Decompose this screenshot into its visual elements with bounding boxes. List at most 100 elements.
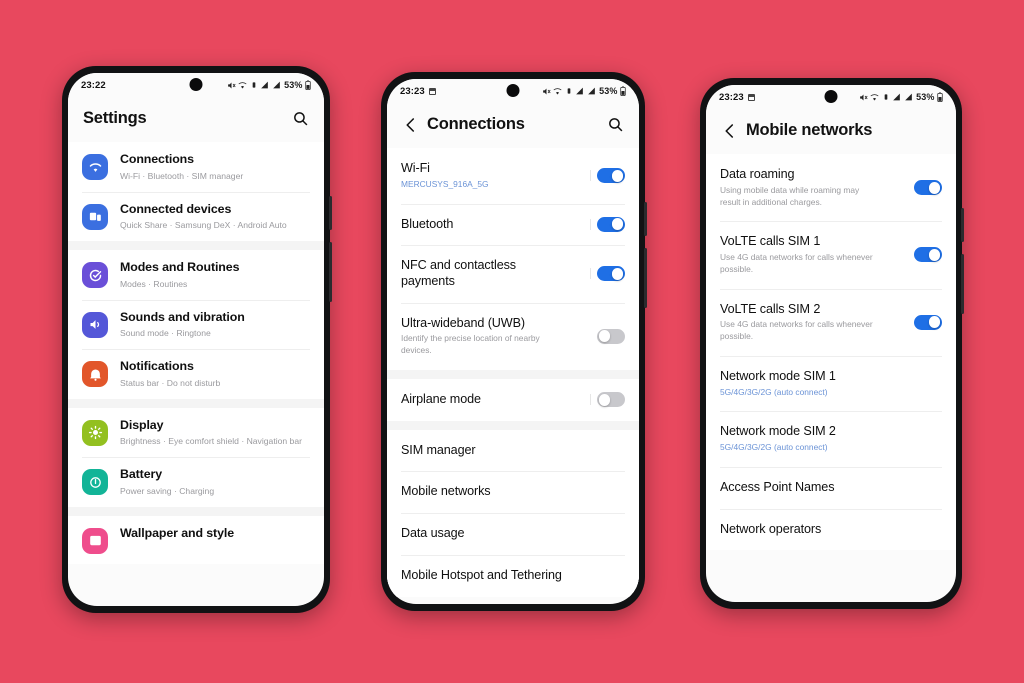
row-subtitle: Quick Share · Samsung DeX · Android Auto: [120, 220, 287, 231]
sidebar-item-notifications[interactable]: Notifications Status bar · Do not distur…: [68, 349, 324, 399]
power-button[interactable]: [644, 248, 647, 308]
signal-sim2-icon: [272, 81, 281, 89]
status-time: 23:22: [81, 79, 106, 91]
app-header: Settings: [68, 97, 324, 142]
connections-group-1: Wi-Fi MERCUSYS_916A_5G Bluetooth NFC and…: [387, 148, 639, 370]
row-title: VoLTE calls SIM 1: [720, 234, 821, 249]
connections-list: Wi-Fi MERCUSYS_916A_5G Bluetooth NFC and…: [387, 148, 639, 597]
signal-sim1-icon: [892, 93, 901, 101]
list-item-bluetooth[interactable]: Bluetooth: [387, 203, 639, 246]
settings-group-1: Connections Wi-Fi · Bluetooth · SIM mana…: [68, 142, 324, 242]
calendar-icon: [428, 87, 436, 95]
wifi-toggle[interactable]: [590, 168, 625, 184]
list-item-mobile-hotspot-tethering[interactable]: Mobile Hotspot and Tethering: [387, 554, 639, 597]
battery-percent: 53%: [284, 80, 303, 90]
list-item-access-point-names[interactable]: Access Point Names: [706, 466, 956, 509]
data-roaming-toggle[interactable]: [914, 180, 942, 196]
volte-sim2-toggle[interactable]: [914, 314, 942, 330]
sidebar-item-connections[interactable]: Connections Wi-Fi · Bluetooth · SIM mana…: [68, 142, 324, 192]
settings-group-2: Modes and Routines Modes · Routines Soun…: [68, 250, 324, 399]
battery-percent: 53%: [599, 86, 618, 96]
settings-list: Connections Wi-Fi · Bluetooth · SIM mana…: [68, 142, 324, 564]
sidebar-item-battery[interactable]: Battery Power saving · Charging: [68, 457, 324, 507]
row-title: Bluetooth: [401, 216, 454, 231]
list-item-wifi[interactable]: Wi-Fi MERCUSYS_916A_5G: [387, 148, 639, 204]
row-subtitle: Using mobile data while roaming may resu…: [720, 184, 860, 207]
group-divider: [68, 506, 324, 516]
power-button[interactable]: [961, 254, 964, 314]
list-item-volte-sim1[interactable]: VoLTE calls SIM 1 Use 4G data networks f…: [706, 221, 956, 289]
back-icon[interactable]: [721, 122, 739, 140]
group-divider: [68, 241, 324, 251]
row-title: Mobile networks: [401, 484, 491, 499]
connections-group-2: Airplane mode: [387, 378, 639, 421]
bluetooth-toggle[interactable]: [590, 216, 625, 232]
sidebar-item-sounds-vibration[interactable]: Sounds and vibration Sound mode · Ringto…: [68, 299, 324, 350]
mute-icon: [227, 81, 236, 90]
screenshot-stage: 23:22 53% Settings Connections Wi-Fi · B…: [0, 0, 1024, 683]
list-item-data-roaming[interactable]: Data roaming Using mobile data while roa…: [706, 154, 956, 222]
page-title: Settings: [83, 109, 147, 127]
back-icon[interactable]: [402, 116, 420, 134]
volume-button[interactable]: [329, 196, 332, 230]
row-subtitle: MERCUSYS_916A_5G: [401, 178, 489, 189]
row-title: Network operators: [720, 521, 822, 536]
list-item-network-operators[interactable]: Network operators: [706, 508, 956, 551]
list-item-mobile-networks[interactable]: Mobile networks: [387, 471, 639, 514]
wifi-icon: [82, 154, 108, 180]
sidebar-item-wallpaper-style[interactable]: Wallpaper and style: [68, 515, 324, 564]
devices-icon: [82, 203, 108, 230]
list-item-network-mode-sim2[interactable]: Network mode SIM 2 5G/4G/3G/2G (auto con…: [706, 411, 956, 467]
group-divider: [68, 398, 324, 408]
front-camera: [824, 90, 838, 103]
row-subtitle: Identify the precise location of nearby …: [401, 333, 540, 356]
list-item-sim-manager[interactable]: SIM manager: [387, 429, 639, 472]
front-camera: [189, 78, 203, 91]
row-title: Ultra-wideband (UWB): [401, 315, 525, 330]
search-icon[interactable]: [292, 110, 309, 127]
row-subtitle: 5G/4G/3G/2G (auto connect): [720, 442, 828, 453]
volte-sim1-toggle[interactable]: [914, 247, 942, 263]
power-button[interactable]: [329, 242, 332, 302]
screen-settings: 23:22 53% Settings Connections Wi-Fi · B…: [68, 73, 324, 606]
phone-mobile-networks: 23:23 53% Mobile networks Data roaming U…: [700, 78, 964, 609]
vibrate-icon: [565, 87, 573, 95]
status-time-text: 23:23: [719, 91, 744, 103]
row-title: SIM manager: [401, 442, 476, 457]
status-icons: 53%: [542, 86, 626, 96]
page-title: Connections: [427, 115, 525, 133]
list-item-nfc[interactable]: NFC and contactless payments: [387, 245, 639, 303]
row-title: Wi-Fi: [401, 161, 430, 175]
notifications-icon: [82, 361, 108, 388]
wifi-status-icon: [238, 81, 247, 90]
status-time-text: 23:23: [400, 85, 425, 97]
list-item-network-mode-sim1[interactable]: Network mode SIM 1 5G/4G/3G/2G (auto con…: [706, 355, 956, 412]
sidebar-item-connected-devices[interactable]: Connected devices Quick Share · Samsung …: [68, 191, 324, 242]
row-title: Network mode SIM 2: [720, 424, 836, 439]
phone-settings: 23:22 53% Settings Connections Wi-Fi · B…: [62, 66, 332, 613]
status-icons: 53%: [859, 92, 943, 102]
uwb-toggle[interactable]: [597, 328, 625, 344]
list-item-data-usage[interactable]: Data usage: [387, 513, 639, 555]
signal-sim2-icon: [587, 87, 596, 95]
sidebar-item-modes-routines[interactable]: Modes and Routines Modes · Routines: [68, 250, 324, 300]
mute-icon: [542, 87, 551, 96]
row-title: Connected devices: [120, 201, 232, 216]
battery-icon: [305, 80, 311, 90]
nfc-toggle[interactable]: [590, 266, 625, 282]
list-item-volte-sim2[interactable]: VoLTE calls SIM 2 Use 4G data networks f…: [706, 288, 956, 356]
airplane-mode-toggle[interactable]: [590, 392, 625, 408]
volume-button[interactable]: [644, 202, 647, 236]
mobile-networks-group: Data roaming Using mobile data while roa…: [706, 154, 956, 551]
wifi-status-icon: [553, 87, 562, 96]
list-item-airplane-mode[interactable]: Airplane mode: [387, 378, 639, 421]
search-icon[interactable]: [607, 116, 624, 133]
list-item-uwb[interactable]: Ultra-wideband (UWB) Identify the precis…: [387, 302, 639, 370]
row-subtitle: Status bar · Do not disturb: [120, 377, 221, 388]
status-bar: 23:23 53%: [706, 85, 956, 109]
vibrate-icon: [882, 93, 890, 101]
row-title: Notifications: [120, 359, 194, 374]
settings-group-4: Wallpaper and style: [68, 515, 324, 564]
sidebar-item-display[interactable]: Display Brightness · Eye comfort shield …: [68, 407, 324, 458]
volume-button[interactable]: [961, 208, 964, 242]
